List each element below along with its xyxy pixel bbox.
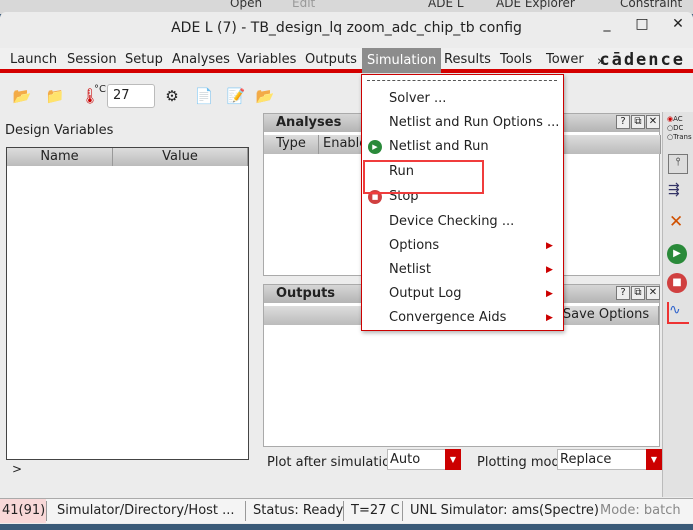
radio-trans[interactable]: ○Trans [667, 133, 692, 142]
menu-results[interactable]: Results [444, 52, 491, 67]
status-mode: Mode: batch [600, 503, 681, 518]
menu-item-netlist-and-run[interactable]: Netlist and Run [389, 139, 489, 154]
radio-dc[interactable]: ○DC [667, 124, 692, 133]
menu-launch[interactable]: Launch [10, 52, 57, 67]
submenu-arrow-icon: ▶ [546, 265, 553, 275]
tearoff-line[interactable] [367, 80, 557, 81]
chevron-down-icon: ▼ [445, 449, 461, 470]
col-type[interactable]: Type [264, 135, 319, 154]
maximize-button[interactable]: □ [632, 16, 652, 32]
menu-tower[interactable]: Tower [546, 52, 584, 67]
col-save-options[interactable]: Save Options [554, 306, 659, 325]
chevron-down-icon: ▼ [646, 449, 662, 470]
menu-simulation[interactable]: Simulation [362, 48, 442, 73]
cadence-logo: cādence [599, 50, 685, 70]
radio-ac[interactable]: ◉AC [667, 115, 692, 124]
status-counter: 41(91) [0, 499, 46, 523]
col-name[interactable]: Name [7, 148, 113, 166]
status-temp: T=27 C [351, 503, 400, 518]
plotting-mode-label: Plotting mode [477, 455, 557, 470]
simulation-menu: Solver ... Netlist and Run Options ... ▶… [361, 74, 564, 331]
close-button[interactable]: ✕ [668, 16, 688, 32]
status-simulator-dir: Simulator/Directory/Host ... [57, 503, 235, 518]
menu-variables[interactable]: Variables [237, 52, 296, 67]
submenu-arrow-icon: ▶ [546, 313, 553, 323]
menu-item-netlist[interactable]: Netlist [389, 262, 431, 277]
menu-item-convergence-aids[interactable]: Convergence Aids [389, 310, 506, 325]
plot-after-label: Plot after simulation [267, 455, 399, 470]
menu-outputs[interactable]: Outputs [305, 52, 357, 67]
document-icon[interactable]: 📄 [194, 87, 214, 107]
run-icon[interactable]: ▶ [667, 244, 687, 264]
col-value[interactable]: Value [113, 148, 248, 166]
netlist-icon[interactable]: ⇶ [668, 182, 680, 198]
play-icon: ▶ [368, 140, 382, 154]
plotting-mode-select[interactable]: Replace ▼ [557, 449, 662, 470]
menu-item-solver[interactable]: Solver ... [389, 91, 446, 106]
menu-item-device-checking[interactable]: Device Checking ... [389, 214, 514, 229]
menu-item-options[interactable]: Options [389, 238, 439, 253]
bg-ade-explorer: ADE Explorer [496, 0, 575, 10]
minimize-button[interactable]: _ [597, 16, 617, 32]
float-icon[interactable]: ⧉ [631, 115, 645, 129]
plot-after-value: Auto [390, 452, 421, 467]
menu-analyses[interactable]: Analyses [172, 52, 230, 67]
menu-session[interactable]: Session [67, 52, 117, 67]
status-bar: 41(91) Simulator/Directory/Host ... Stat… [0, 498, 693, 523]
setup-gear-icon[interactable]: ⚙ [162, 87, 182, 107]
temperature-input[interactable]: 27 [107, 84, 155, 108]
float-icon[interactable]: ⧉ [631, 286, 645, 300]
edit-icon[interactable]: 📝 [226, 87, 246, 107]
submenu-arrow-icon: ▶ [546, 289, 553, 299]
submenu-arrow-icon: ▶ [546, 241, 553, 251]
close-panel-icon[interactable]: ✕ [646, 286, 660, 300]
launch-icon[interactable]: 📂 [12, 87, 32, 107]
design-variables-table[interactable]: Name Value [6, 147, 249, 460]
bg-edit: Edit [292, 0, 316, 10]
design-variables-title: Design Variables [5, 123, 114, 138]
analysis-radio-group[interactable]: ◉AC ○DC ○Trans [667, 115, 692, 142]
help-icon[interactable]: ? [616, 286, 630, 300]
bg-open: Open [230, 0, 263, 10]
status-unl-simulator: UNL Simulator: ams(Spectre) [410, 503, 599, 518]
menu-item-output-log[interactable]: Output Log [389, 286, 462, 301]
expand-arrow[interactable]: > [12, 462, 22, 476]
plot-after-select[interactable]: Auto ▼ [387, 449, 461, 470]
menu-setup[interactable]: Setup [125, 52, 163, 67]
help-icon[interactable]: ? [616, 115, 630, 129]
right-toolbar: ◉AC ○DC ○Trans ⫯ ⇶ ✕ ▶ ■ ∿ [662, 112, 693, 497]
bg-adel: ADE L [428, 0, 464, 10]
open-folder-icon[interactable]: 📂 [255, 87, 275, 107]
delete-icon[interactable]: ✕ [669, 212, 683, 232]
toolbar: 📂 📁 🌡 °C ⚙ 📄 📝 📂 [0, 80, 360, 114]
window-title: ADE L (7) - TB_design_lq zoom_adc_chip_t… [171, 20, 522, 36]
menu-tools[interactable]: Tools [500, 52, 532, 67]
tune-icon[interactable]: ⫯ [668, 154, 688, 174]
menubar: Launch Session Setup Analyses Variables … [0, 48, 693, 73]
status-ready: Status: Ready [253, 503, 344, 518]
run-highlight-box [363, 160, 484, 194]
plot-icon[interactable]: ∿ [667, 302, 689, 324]
menu-item-netlist-run-options[interactable]: Netlist and Run Options ... [389, 115, 559, 130]
folder-gear-icon[interactable]: 📁 [45, 87, 65, 107]
plotting-mode-value: Replace [560, 452, 612, 467]
close-panel-icon[interactable]: ✕ [646, 115, 660, 129]
stop-icon[interactable]: ■ [667, 273, 687, 293]
